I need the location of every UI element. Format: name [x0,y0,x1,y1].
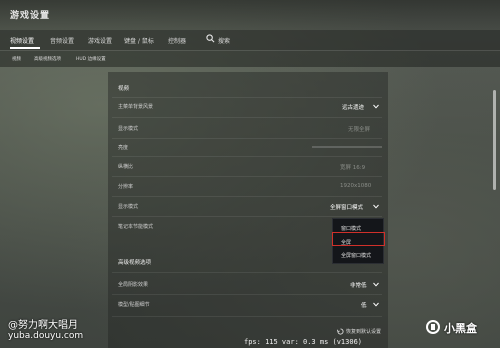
setting-model-detail-value[interactable]: 低 [361,301,367,309]
row-divider [112,216,382,217]
row-divider [112,138,382,139]
setting-menu-background-label: 主菜单背景风景 [118,104,154,110]
highlight-box [332,232,385,246]
main-tabs: 视频设置 音频设置 游戏设置 键盘 / 鼠标 控制器 搜索 [0,30,500,50]
dropdown-option-windowed[interactable]: 窗口模式 [341,225,361,232]
row-divider [112,117,382,118]
setting-display-mode-label: 显示模式 [118,126,139,132]
row-divider [112,196,382,197]
tab-video[interactable]: 视频设置 [10,36,34,45]
row-divider [112,316,382,317]
tab-game[interactable]: 游戏设置 [88,36,112,45]
watermark-username: @努力啊大唱月 [8,320,78,331]
scrollbar[interactable] [493,90,496,190]
fps-counter: fps: 115 var: 0.3 ms (v1306) [244,338,363,346]
chevron-down-icon[interactable] [373,302,379,307]
setting-menu-background-value[interactable]: 远古遗迹 [342,103,364,111]
sub-tabs: 视频 高级视频选项 HUD 边缘设置 [0,50,500,67]
setting-resolution-value: 1920x1080 [340,183,372,189]
tab-audio[interactable]: 音频设置 [50,36,74,45]
row-divider [112,156,382,157]
tab-search[interactable]: 搜索 [218,36,230,45]
reset-defaults-button[interactable]: 恢复到默认设置 [346,328,381,335]
tab-controller[interactable]: 控制器 [168,36,186,45]
setting-model-detail-label: 模型/贴图细节 [118,302,150,308]
search-icon[interactable] [206,34,215,43]
xiaoheihe-logo-icon [426,320,440,334]
row-divider [112,97,382,98]
watermark-url: yuba.douyu.com [8,331,84,341]
dropdown-option-fullscreen-windowed[interactable]: 全屏窗口模式 [341,252,371,259]
subtab-advanced-video[interactable]: 高级视频选项 [34,56,61,62]
setting-resolution-label: 分辨率 [118,184,134,190]
top-bar: 游戏设置 [0,0,500,30]
chevron-down-icon[interactable] [373,104,379,109]
row-divider [112,176,382,177]
window-title: 游戏设置 [10,11,51,21]
subtab-video[interactable]: 视频 [12,56,21,62]
setting-aspect-ratio-label: 纵横比 [118,164,134,170]
section-title-video: 视频 [118,86,130,92]
chevron-down-icon[interactable] [373,282,379,287]
chevron-down-icon[interactable] [373,204,379,209]
setting-global-shadow-value[interactable]: 非常低 [350,281,367,289]
tab-keyboard-mouse[interactable]: 键盘 / 鼠标 [124,36,154,45]
setting-aspect-ratio-value: 宽屏 16:9 [340,165,366,171]
setting-display-mode-value: 无限全屏 [348,127,371,133]
row-divider [112,294,382,295]
watermark-logo-text: 小黑盒 [444,322,477,335]
setting-brightness-label: 亮度 [118,145,129,151]
setting-window-mode-value[interactable]: 全屏窗口模式 [330,203,363,211]
subtab-hud-edge[interactable]: HUD 边缘设置 [76,56,106,62]
active-tab-indicator [10,47,40,49]
row-divider [112,272,382,273]
setting-laptop-power-label: 笔记本节能模式 [118,224,154,230]
setting-global-shadow-label: 全局阴影效果 [118,282,149,288]
brightness-slider [312,146,382,148]
setting-window-mode-label: 显示模式 [118,204,139,210]
section-title-advanced: 高级视频选项 [118,260,152,266]
reset-icon[interactable] [337,328,344,335]
